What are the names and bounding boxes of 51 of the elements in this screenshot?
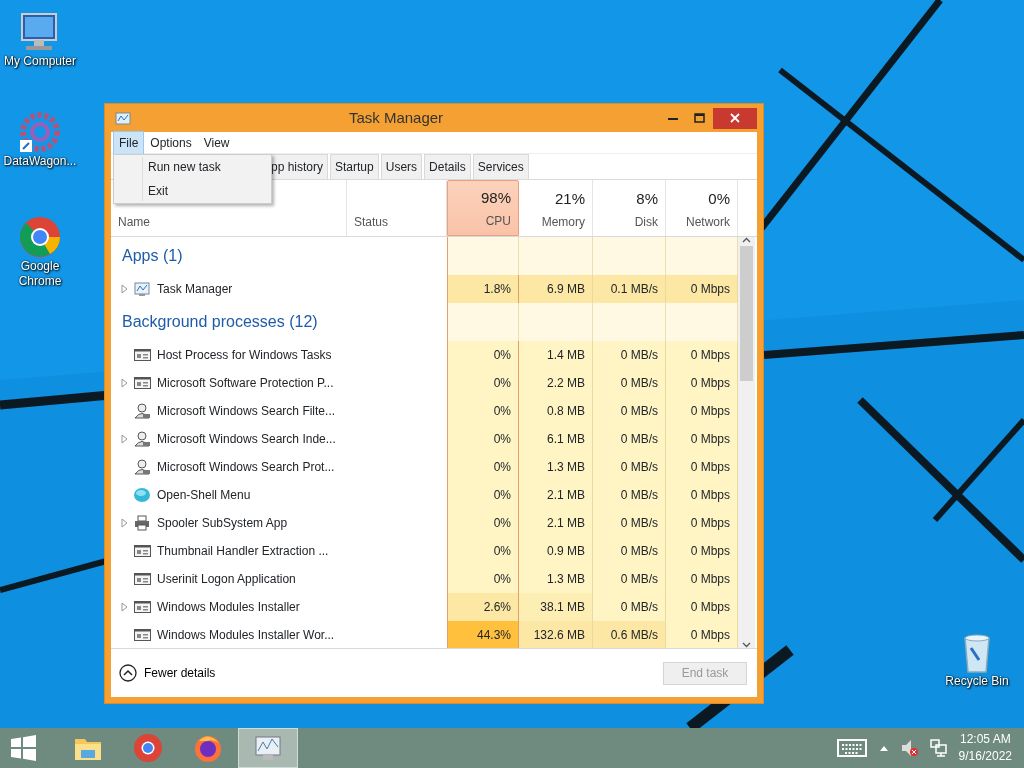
table-cell: 0 Mbps [666,453,738,481]
table-cell: 0% [447,481,519,509]
table-cell: 0 Mbps [666,621,738,648]
table-cell: 0 Mbps [666,565,738,593]
table-cell: 1.3 MB [519,565,593,593]
table-cell: 0 Mbps [666,425,738,453]
table-cell: 0 Mbps [666,397,738,425]
table-cell: 0 MB/s [593,453,666,481]
table-cell: 0 Mbps [666,341,738,369]
table-cell: 6.1 MB [519,425,593,453]
table-cell: 0 MB/s [593,369,666,397]
window-title: Task Manager [347,107,445,128]
table-cell: 0% [447,369,519,397]
table-cell: 0 MB/s [593,425,666,453]
table-cell: 0 Mbps [666,481,738,509]
table-cell: 0% [447,341,519,369]
group-heading: Background processes (12) [122,312,318,332]
table-cell: 2.6% [447,593,519,621]
table-cell: 1.8% [447,275,519,303]
table-cell: 0 Mbps [666,537,738,565]
group-heading: Apps (1) [122,246,183,266]
table-cell: 0 Mbps [666,275,738,303]
table-cell: 0 MB/s [593,341,666,369]
table-cell: 0 MB/s [593,397,666,425]
table-cell: 0 MB/s [593,565,666,593]
table-cell: 0.6 MB/s [593,621,666,648]
table-cell: 0% [447,425,519,453]
table-cell: 44.3% [447,621,519,648]
table-cell: 0 MB/s [593,593,666,621]
table-cell: 0 Mbps [666,593,738,621]
table-cell: 0.9 MB [519,537,593,565]
table-cell: 0.1 MB/s [593,275,666,303]
table-cell: 1.4 MB [519,341,593,369]
table-cell: 0 Mbps [666,369,738,397]
table-cell: 38.1 MB [519,593,593,621]
table-cell: 0.8 MB [519,397,593,425]
table-cell: 0 MB/s [593,509,666,537]
table-cell: 0% [447,509,519,537]
table-cell: 0% [447,453,519,481]
table-cell: 0 Mbps [666,509,738,537]
table-cell: 2.1 MB [519,481,593,509]
table-cell: 0 MB/s [593,481,666,509]
table-cell: 1.3 MB [519,453,593,481]
table-cell: 2.1 MB [519,509,593,537]
table-cell: 0 MB/s [593,537,666,565]
table-cell: 6.9 MB [519,275,593,303]
table-cell: 132.6 MB [519,621,593,648]
table-cell: 2.2 MB [519,369,593,397]
table-cell: 0% [447,537,519,565]
table-cell: 0% [447,397,519,425]
table-cell: 0% [447,565,519,593]
